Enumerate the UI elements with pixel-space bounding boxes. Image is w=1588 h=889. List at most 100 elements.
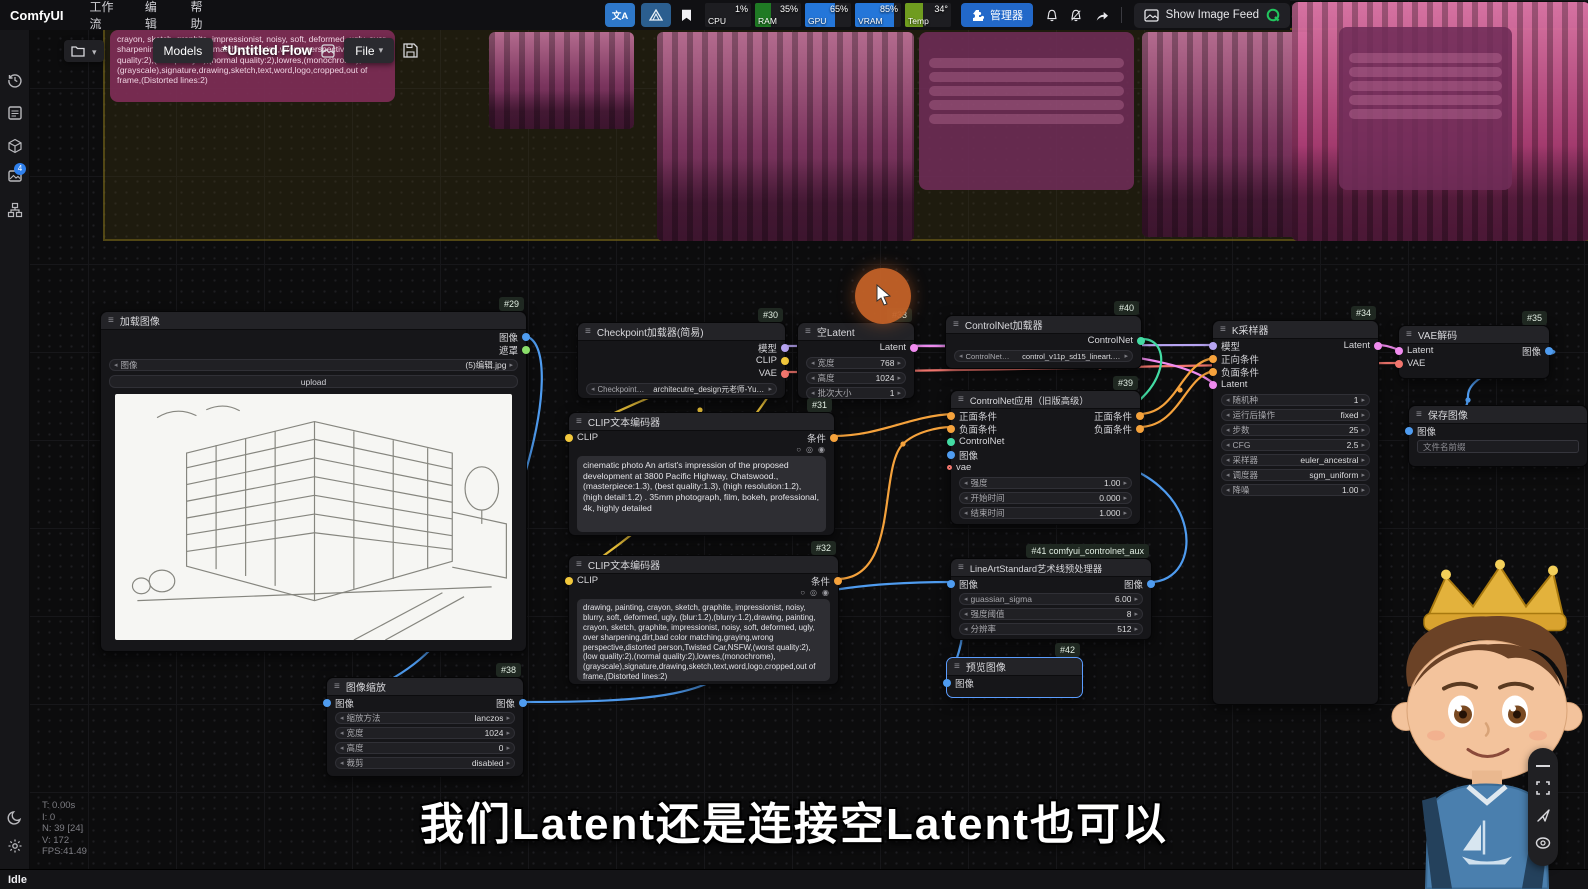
show-image-feed-toggle[interactable]: Show Image Feed	[1134, 3, 1290, 28]
control-after-generate-widget[interactable]: 运行后操作fixed	[1221, 409, 1370, 421]
start-percent-widget[interactable]: 开始时间0.000	[959, 492, 1132, 504]
input-slot-vae[interactable]: vae	[947, 462, 971, 473]
logo-button[interactable]	[641, 3, 671, 27]
output-slot-controlnet[interactable]: ControlNet	[1088, 335, 1145, 346]
input-slot-positive[interactable]: 正向条件	[1209, 352, 1259, 366]
workflow-folder-button[interactable]	[64, 40, 104, 62]
output-slot-negative[interactable]: 负面条件	[1094, 422, 1144, 436]
denoise-widget[interactable]: 降噪1.00	[1221, 484, 1370, 496]
output-slot-cond[interactable]: 条件	[811, 574, 842, 588]
output-slot-vae[interactable]: VAE	[759, 368, 789, 379]
input-slot-image[interactable]: 图像	[947, 577, 978, 591]
gaussian-sigma-widget[interactable]: guassian_sigma6.00	[959, 593, 1143, 605]
node-header[interactable]: 图像缩放	[327, 678, 523, 696]
node-image-scale[interactable]: #38 图像缩放 图像 图像 缩放方法lanczos 宽度1024 高度0 裁剪…	[326, 677, 524, 777]
input-slot-negative[interactable]: 负面条件	[947, 422, 997, 436]
output-slot-image[interactable]: 图像	[1522, 344, 1553, 358]
eye-icon[interactable]: ◎	[810, 588, 817, 597]
node-clip-encode-negative[interactable]: #32 CLIP文本编码器 CLIP 条件 ○◎◉ drawing, paint…	[568, 555, 839, 685]
bell-alt-icon[interactable]	[1069, 7, 1083, 24]
prompt-textarea[interactable]: cinematic photo An artist's impression o…	[577, 456, 826, 532]
input-slot-vae[interactable]: VAE	[1395, 358, 1425, 369]
toggle-circle-icon[interactable]: ○	[800, 588, 805, 597]
end-percent-widget[interactable]: 结束时间1.000	[959, 507, 1132, 519]
width-widget[interactable]: 宽度768	[806, 357, 906, 369]
node-controlnet-apply[interactable]: #39 ControlNet应用（旧版高级） 正面条件 正面条件 负面条件 负面…	[950, 390, 1141, 525]
history-icon[interactable]	[7, 72, 23, 88]
node-preview-image[interactable]: #42 预览图像 图像	[946, 657, 1083, 698]
filename-prefix-input[interactable]: 文件名前缀	[1417, 440, 1579, 453]
width-widget[interactable]: 宽度1024	[335, 727, 515, 739]
eye-icon[interactable]: ◎	[806, 445, 813, 454]
input-slot-controlnet[interactable]: ControlNet	[947, 436, 1004, 447]
bookmark-icon[interactable]	[671, 3, 701, 27]
steps-widget[interactable]: 步数25	[1221, 424, 1370, 436]
output-slot-mask[interactable]: 遮罩	[499, 343, 530, 357]
menu-edit[interactable]: 编辑	[145, 0, 165, 32]
input-slot-image[interactable]: 图像	[947, 448, 978, 462]
node-header[interactable]: CLIP文本编码器	[569, 556, 838, 574]
upscale-method-widget[interactable]: 缩放方法lanczos	[335, 712, 515, 724]
prompt-textarea[interactable]: drawing, painting, crayon, sketch, graph…	[577, 599, 830, 681]
node-header[interactable]: LineArtStandard艺术线预处理器	[951, 559, 1151, 577]
output-slot-image[interactable]: 图像	[499, 330, 530, 344]
output-slot-positive[interactable]: 正面条件	[1094, 409, 1144, 423]
node-header[interactable]: CLIP文本编码器	[569, 413, 834, 431]
input-slot-image[interactable]: 图像	[1405, 424, 1436, 438]
input-slot-clip[interactable]: CLIP	[565, 575, 598, 586]
node-empty-latent[interactable]: #33 空Latent Latent 宽度768 高度1024 批次大小1	[797, 322, 915, 399]
translate-button[interactable]: 文A	[605, 3, 635, 27]
resolution-widget[interactable]: 分辨率512	[959, 623, 1143, 635]
file-menu-button[interactable]: File	[344, 38, 394, 63]
output-slot-clip[interactable]: CLIP	[756, 355, 789, 366]
image-combo-widget[interactable]: 图像(5)编辑.jpg	[109, 359, 518, 371]
node-save-image[interactable]: 保存图像 图像 文件名前缀	[1408, 405, 1588, 467]
bell-icon[interactable]	[1045, 7, 1059, 24]
speaker-icon[interactable]: ◉	[822, 588, 829, 597]
output-slot-image[interactable]: 图像	[1124, 577, 1155, 591]
output-slot-image[interactable]: 图像	[496, 696, 527, 710]
input-slot-model[interactable]: 模型	[1209, 339, 1240, 353]
ckpt-name-widget[interactable]: Checkpoint名称architecutre_design元老师-Yuan_…	[586, 383, 777, 395]
app-logo[interactable]: ComfyUI	[10, 8, 63, 23]
eye-button[interactable]	[1535, 837, 1551, 849]
gallery-icon[interactable]	[321, 44, 335, 58]
fit-view-button[interactable]	[1536, 781, 1550, 795]
height-widget[interactable]: 高度0	[335, 742, 515, 754]
save-icon[interactable]	[403, 43, 418, 58]
seed-widget[interactable]: 随机种1	[1221, 394, 1370, 406]
workflow-tab-title[interactable]: *Untitled Flow	[222, 43, 312, 58]
input-slot-negative[interactable]: 负面条件	[1209, 365, 1259, 379]
menu-workflow[interactable]: 工作流	[89, 0, 118, 32]
node-controlnet-loader[interactable]: #40 ControlNet加载器 ControlNet ControlNet名…	[945, 315, 1142, 369]
input-slot-latent[interactable]: Latent	[1395, 345, 1433, 356]
node-lineart-preprocessor[interactable]: #41 comfyui_controlnet_aux LineArtStanda…	[950, 558, 1152, 640]
speaker-icon[interactable]: ◉	[818, 445, 825, 454]
output-slot-cond[interactable]: 条件	[807, 431, 838, 445]
node-header[interactable]: 保存图像	[1409, 406, 1587, 424]
node-header[interactable]: Checkpoint加载器(简易)	[578, 323, 785, 341]
output-slot-latent[interactable]: Latent	[880, 342, 918, 353]
height-widget[interactable]: 高度1024	[806, 372, 906, 384]
strength-widget[interactable]: 强度1.00	[959, 477, 1132, 489]
workflows-icon[interactable]	[7, 202, 23, 218]
node-header[interactable]: ControlNet加载器	[946, 316, 1141, 334]
input-slot-image[interactable]: 图像	[323, 696, 354, 710]
theme-toggle-icon[interactable]	[7, 810, 23, 826]
node-load-image[interactable]: #29 加载图像 图像 遮罩 图像(5)编辑.jpg upload	[100, 311, 527, 652]
slot-dot[interactable]	[522, 333, 530, 341]
node-header[interactable]: 加载图像	[101, 312, 526, 330]
menu-help[interactable]: 帮助	[190, 0, 210, 32]
node-header[interactable]: 预览图像	[947, 658, 1082, 676]
node-vae-decode[interactable]: #35 VAE解码 Latent 图像 VAE	[1398, 325, 1550, 379]
output-slot-latent[interactable]: Latent	[1344, 340, 1382, 351]
input-slot-image[interactable]: 图像	[943, 676, 974, 690]
node-ksampler[interactable]: #34 K采样器 模型 Latent 正向条件 负面条件 Latent 随机种1…	[1212, 320, 1379, 705]
intensity-threshold-widget[interactable]: 强度阈值8	[959, 608, 1143, 620]
node-checkpoint-loader[interactable]: #30 Checkpoint加载器(简易) 模型 CLIP VAE Checkp…	[577, 322, 786, 399]
model-library-icon[interactable]	[7, 138, 23, 154]
node-header[interactable]: 空Latent	[798, 323, 914, 341]
navigate-button[interactable]	[1536, 808, 1551, 823]
input-slot-latent[interactable]: Latent	[1209, 379, 1247, 390]
manager-button[interactable]: 管理器	[961, 3, 1033, 27]
